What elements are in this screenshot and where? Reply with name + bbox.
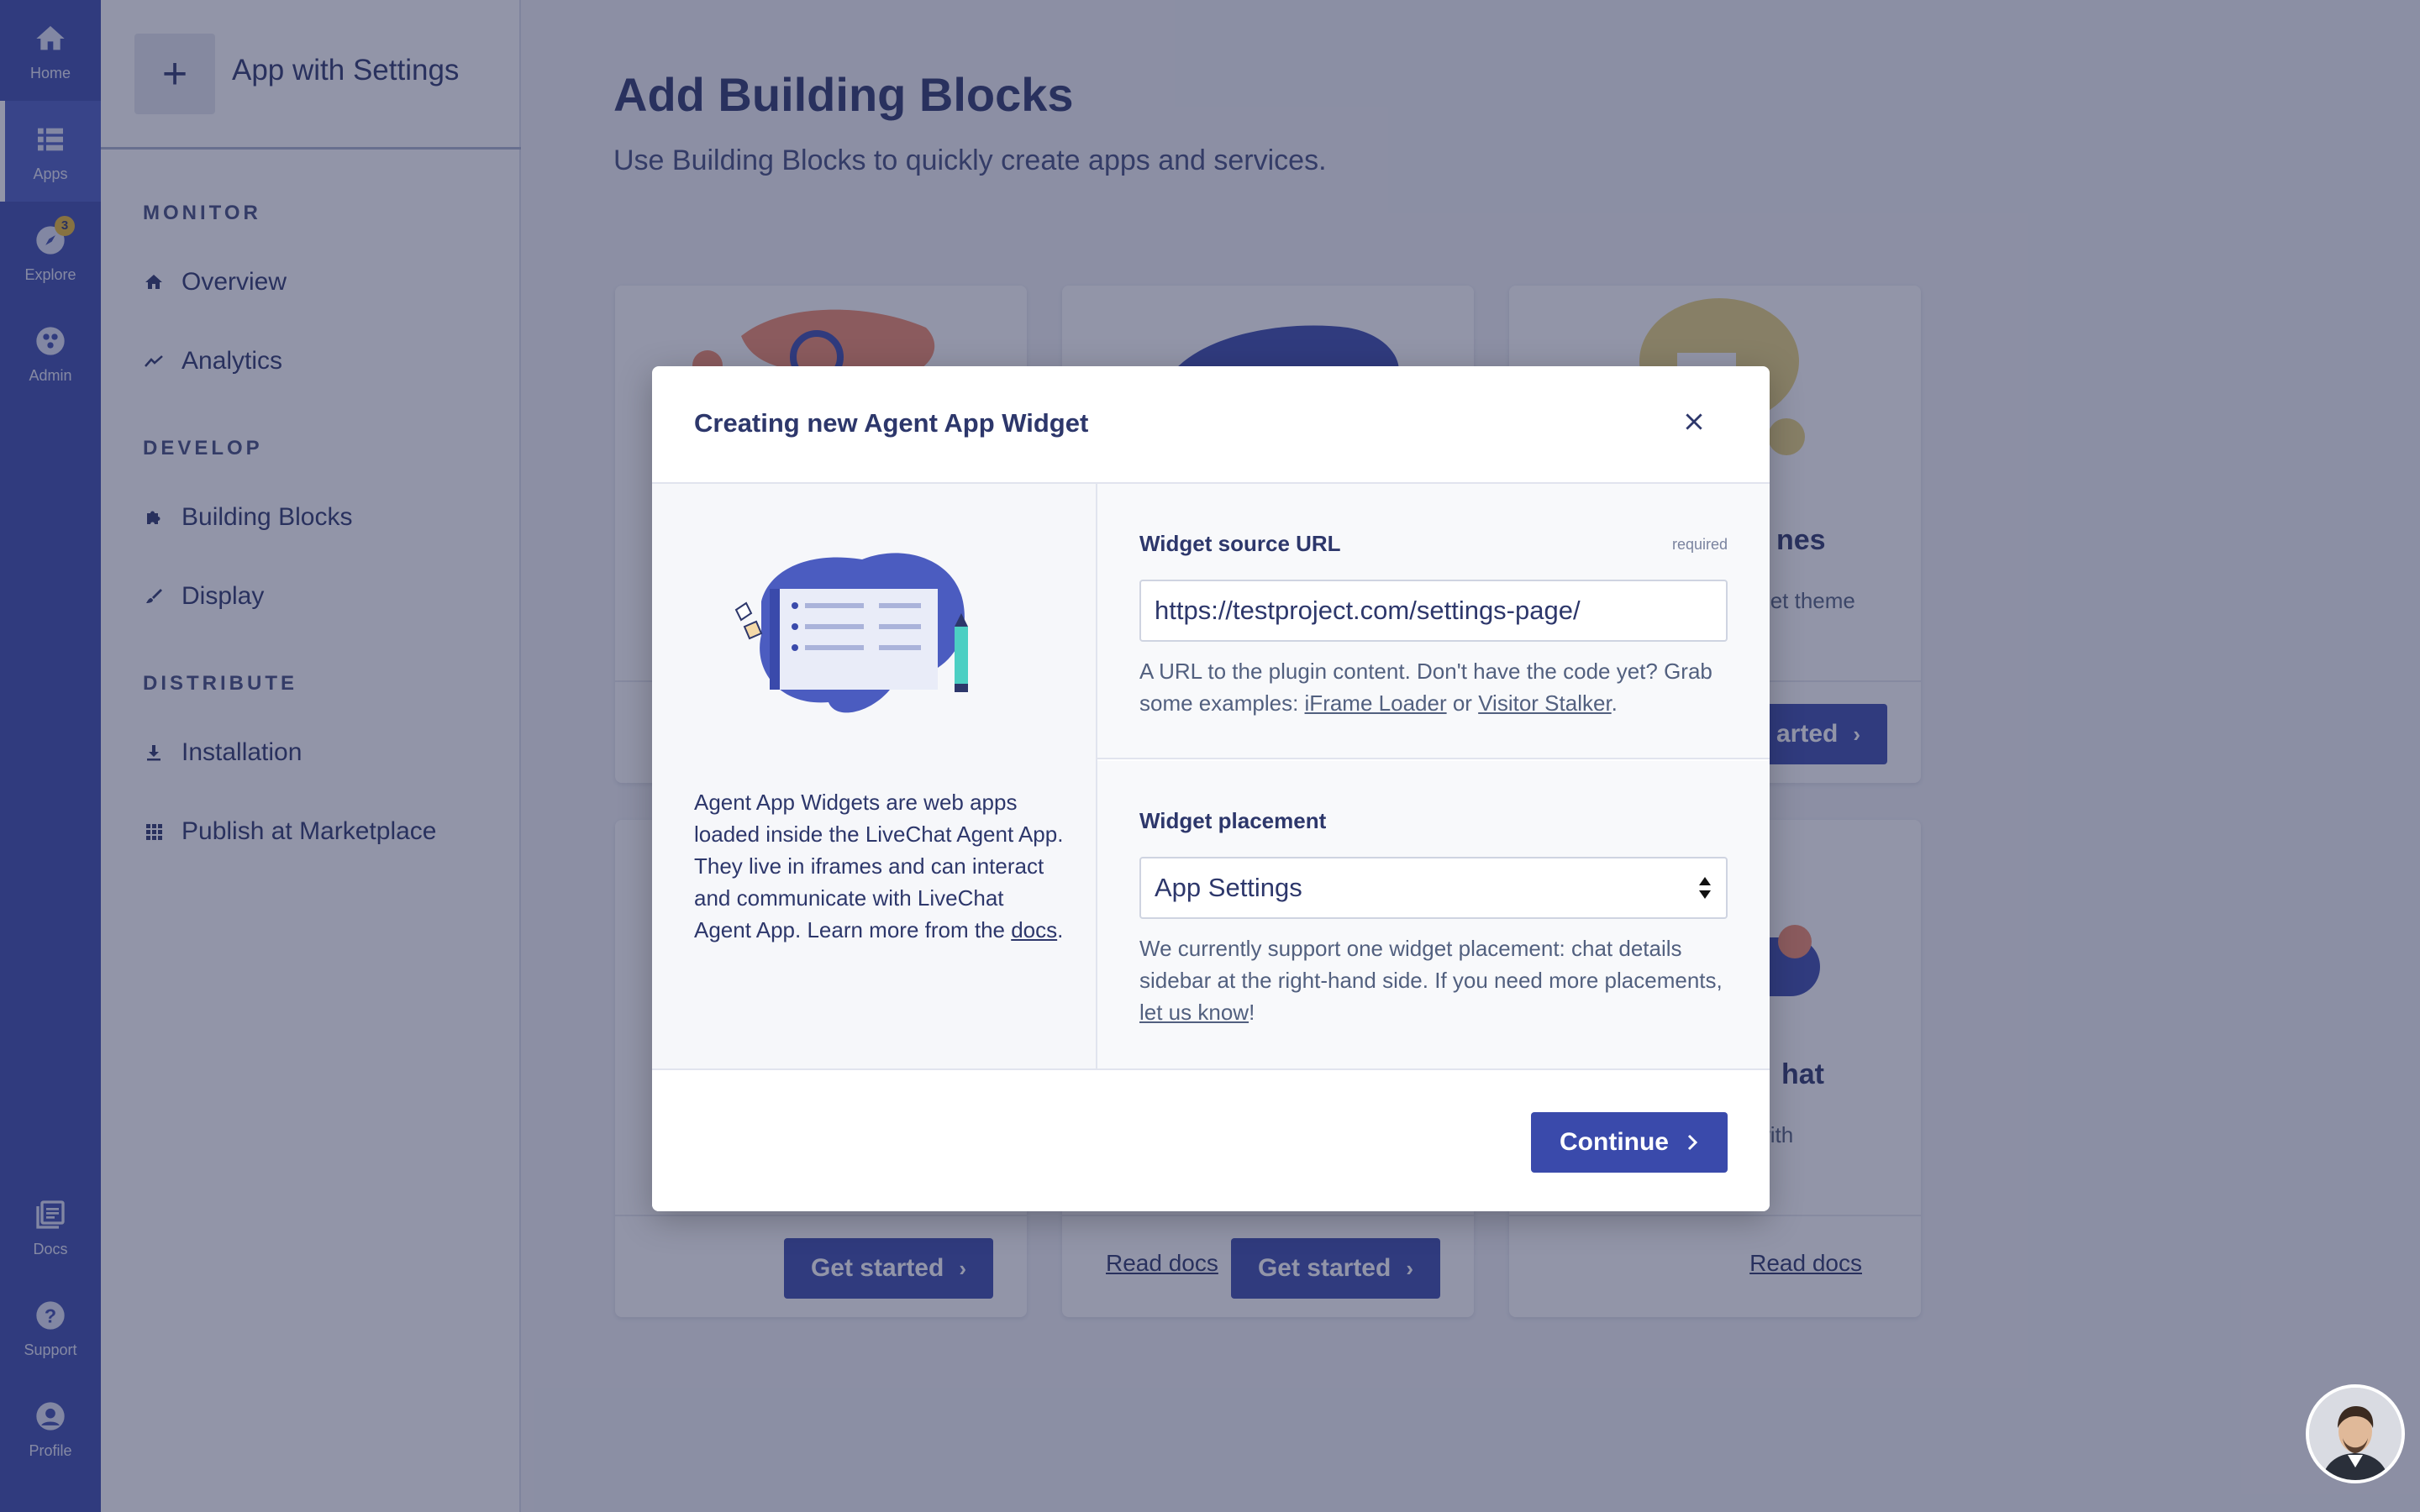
placement-help-prefix: We currently support one widget placemen…: [1139, 936, 1723, 993]
select-arrows-icon: [1699, 877, 1711, 899]
placement-section: Widget placement App Settings We current…: [1097, 761, 1770, 1068]
placement-field-label: Widget placement: [1139, 808, 1327, 833]
modal-form: Widget source URL required https://testp…: [1097, 484, 1770, 1068]
visitor-stalker-link[interactable]: Visitor Stalker: [1478, 690, 1611, 716]
intro-end: .: [1057, 917, 1064, 942]
person-avatar-image: [2309, 1388, 2402, 1480]
url-help-end: .: [1611, 690, 1618, 716]
select-value: App Settings: [1155, 873, 1302, 902]
placement-help-end: !: [1249, 1000, 1255, 1025]
docs-link[interactable]: docs: [1011, 917, 1057, 942]
modal-info-panel: Agent App Widgets are web apps loaded in…: [652, 484, 1097, 1068]
widget-intro-text: Agent App Widgets are web apps loaded in…: [694, 786, 1064, 946]
url-help-text: A URL to the plugin content. Don't have …: [1139, 655, 1736, 719]
modal-title: Creating new Agent App Widget: [694, 408, 1089, 438]
url-field-label: Widget source URL: [1139, 531, 1341, 556]
url-section: Widget source URL required https://testp…: [1097, 484, 1770, 759]
widget-placement-select[interactable]: App Settings: [1139, 857, 1728, 919]
close-button[interactable]: [1677, 405, 1711, 438]
avatar[interactable]: [2306, 1384, 2405, 1483]
continue-button[interactable]: Continue: [1531, 1112, 1728, 1173]
close-icon: [1686, 413, 1702, 430]
placement-help-text: We currently support one widget placemen…: [1139, 932, 1736, 1028]
url-help-or: or: [1446, 690, 1479, 716]
iframe-loader-link[interactable]: iFrame Loader: [1305, 690, 1447, 716]
modal-header: Creating new Agent App Widget: [652, 366, 1770, 484]
required-indicator: required: [1671, 536, 1728, 553]
create-widget-modal: Creating new Agent App Widget Agent App …: [652, 366, 1770, 1211]
widget-url-input[interactable]: https://testproject.com/settings-page/: [1139, 580, 1728, 642]
intro-text: Agent App Widgets are web apps loaded in…: [694, 790, 1064, 942]
widget-illustration: [734, 553, 968, 713]
chevron-right-icon: [1687, 1134, 1698, 1151]
modal-footer: Continue: [652, 1068, 1770, 1211]
let-us-know-link[interactable]: let us know: [1139, 1000, 1249, 1025]
button-label: Continue: [1560, 1128, 1669, 1156]
